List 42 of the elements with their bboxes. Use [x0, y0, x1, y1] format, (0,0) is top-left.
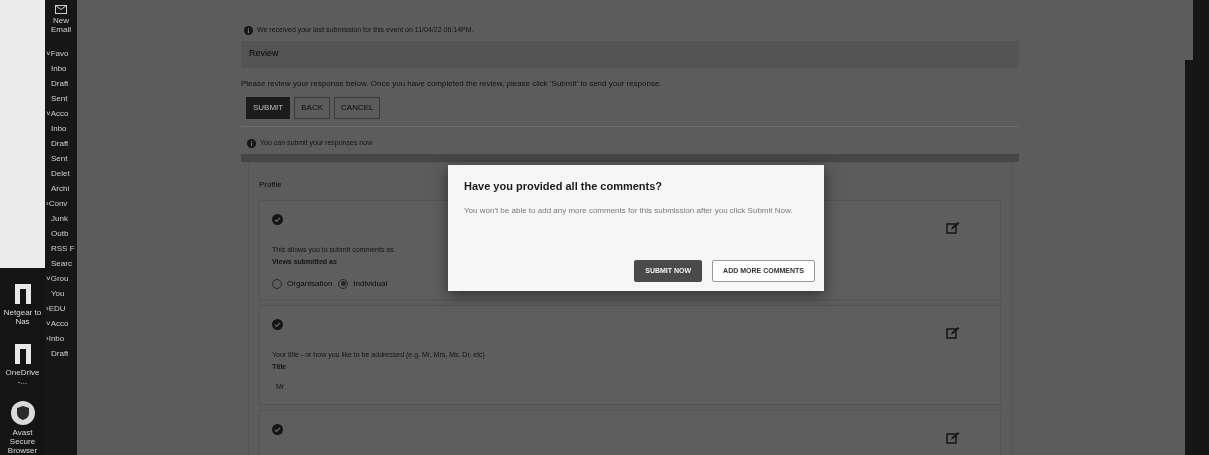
edit-icon[interactable]: [946, 325, 960, 339]
folder-group[interactable]: ›EDU: [46, 303, 66, 314]
desktop-icon-label[interactable]: Avast Secure Browser: [0, 428, 45, 455]
folder-item[interactable]: RSS F: [51, 243, 75, 254]
radio-label: Individual: [353, 277, 388, 290]
folder-item[interactable]: Archi: [51, 183, 70, 194]
shield-icon[interactable]: [9, 400, 36, 426]
section-title: Review: [249, 47, 279, 61]
desktop-icon-label[interactable]: Netgear to Nas: [0, 308, 45, 326]
folder-group[interactable]: ›Conv: [46, 198, 68, 209]
info-icon: [244, 25, 253, 35]
check-circle-icon: [272, 213, 283, 225]
folder-item[interactable]: Inbo: [51, 63, 67, 74]
action-button[interactable]: SUBMIT: [246, 96, 291, 119]
edit-icon[interactable]: [946, 220, 960, 234]
card-title: Profile: [259, 178, 282, 191]
folder-item[interactable]: Sent: [51, 93, 68, 104]
folder-group[interactable]: ›Inbo: [46, 333, 65, 344]
folder-group[interactable]: ˅Acco: [46, 108, 69, 119]
desktop-icon-label[interactable]: OneDrive -...: [0, 368, 45, 386]
folder-item[interactable]: Draft: [51, 138, 69, 149]
info-icon: [247, 139, 256, 148]
check-circle-icon: [272, 318, 283, 330]
radio-label: Organisation: [287, 277, 333, 290]
dialog-message: You won't be able to add any more comments for this submission after you click Submit Now.: [464, 204, 794, 217]
folder-item[interactable]: Sent: [51, 153, 68, 164]
mail-icon[interactable]: [55, 5, 67, 14]
folder-item[interactable]: You: [51, 288, 65, 299]
folder-item[interactable]: Searc: [51, 258, 72, 269]
folder-group[interactable]: ˅Grou: [46, 273, 69, 284]
folder-group[interactable]: ˅Acco: [46, 318, 69, 329]
folder-group[interactable]: ˅Favo: [46, 48, 69, 59]
folder-item[interactable]: Outb: [51, 228, 69, 239]
folder-item[interactable]: Draft: [51, 348, 69, 359]
folder-item[interactable]: Inbo: [51, 123, 67, 134]
dialog-title: Have you provided all the comments?: [464, 179, 664, 194]
folder-item[interactable]: Draft: [51, 78, 69, 89]
folder-item[interactable]: Delet: [51, 168, 70, 179]
folder-item[interactable]: Junk: [51, 213, 68, 224]
new-email-button[interactable]: New Email: [46, 16, 76, 34]
check-circle-icon: [272, 423, 283, 435]
edit-icon[interactable]: [946, 430, 960, 444]
